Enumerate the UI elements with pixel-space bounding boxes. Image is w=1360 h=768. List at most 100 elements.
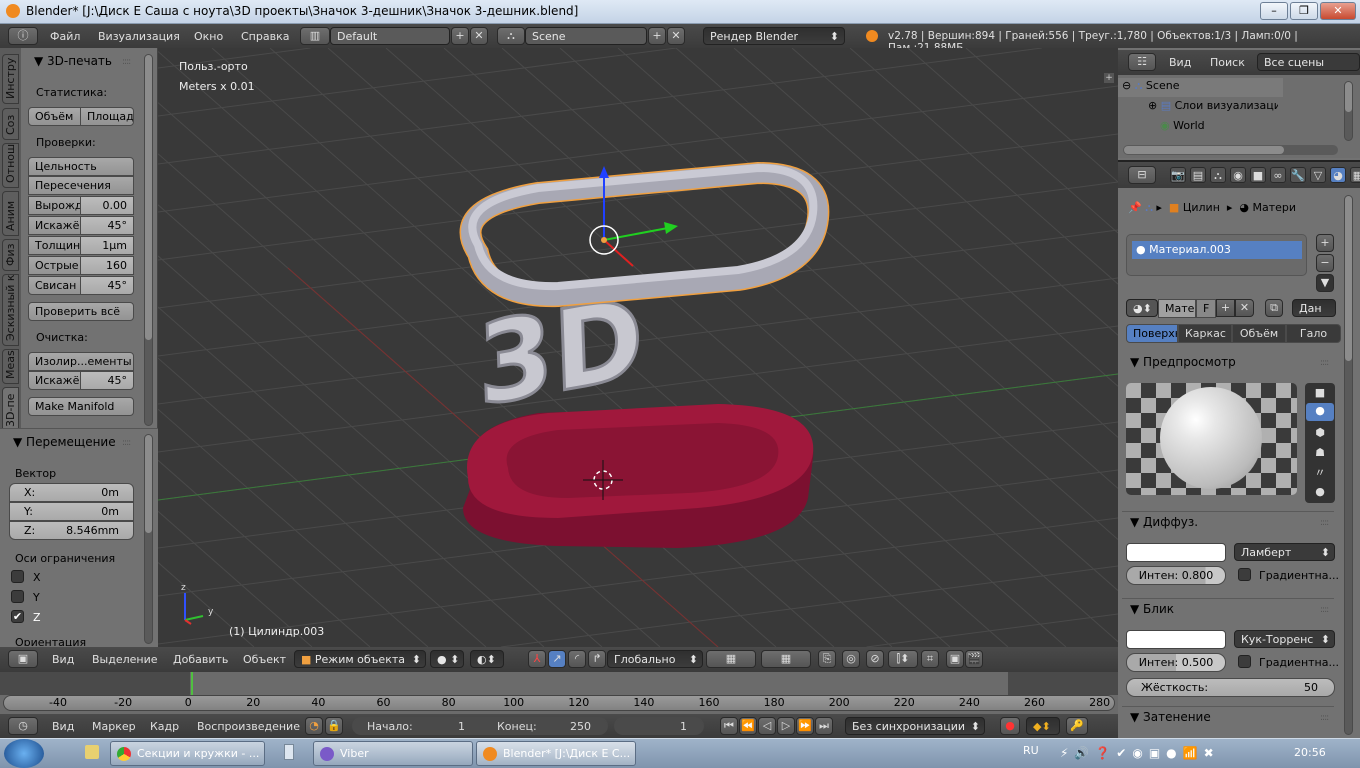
snap-icon[interactable]: ⊘ bbox=[866, 650, 884, 668]
preview-sky-icon[interactable]: ● bbox=[1312, 484, 1328, 500]
scene-add-button[interactable]: + bbox=[648, 27, 666, 45]
play-button[interactable]: ▷ bbox=[777, 717, 795, 735]
current-frame-field[interactable]: 1 bbox=[614, 717, 704, 735]
toolshelf-scrollbar[interactable] bbox=[144, 54, 153, 426]
panel-grip-icon[interactable]: :::: bbox=[1320, 358, 1329, 368]
panel-grip-icon[interactable]: :::: bbox=[1320, 605, 1329, 615]
props-tab-mesh-data-icon[interactable]: ▽ bbox=[1310, 167, 1326, 183]
volume-button[interactable]: Объём bbox=[28, 107, 81, 126]
start-frame-field[interactable]: Начало: 1 bbox=[352, 717, 482, 735]
tray-icons[interactable]: ⚡🔊❓✔◉▣●📶✖ bbox=[1060, 746, 1220, 760]
material-type-tab[interactable]: Каркас bbox=[1178, 324, 1232, 343]
viewport-3d[interactable]: 3D yz Польз.-орто Meters x 0.01 (1) Цили… bbox=[158, 48, 1118, 647]
preview-cube-icon[interactable]: ⬢ bbox=[1312, 425, 1328, 441]
check-field-value[interactable]: 45° bbox=[80, 276, 134, 295]
proportional-edit-icon[interactable]: ◎ bbox=[842, 650, 860, 668]
specular-shader-select[interactable]: Кук-Торренс ⬍ bbox=[1234, 630, 1335, 648]
panel-grip-icon[interactable]: :::: bbox=[1320, 713, 1329, 723]
panel-grip-icon[interactable]: :::: bbox=[122, 57, 131, 67]
menu-add[interactable]: Добавить bbox=[173, 653, 228, 666]
props-tab-constraints-icon[interactable]: ∞ bbox=[1270, 167, 1286, 183]
menu-view[interactable]: Вид bbox=[52, 653, 74, 666]
clock[interactable]: 20:56 bbox=[1294, 746, 1326, 759]
orientation-select[interactable]: Глобально ⬍ bbox=[607, 650, 703, 668]
check-solid-button[interactable]: Цельность bbox=[28, 157, 134, 176]
specular-panel-title[interactable]: ▼ Блик bbox=[1130, 602, 1174, 616]
outliner-item-scene[interactable]: ⊖ ⛬ Scene bbox=[1122, 79, 1179, 93]
editor-type-info-icon[interactable]: ⓘ bbox=[8, 27, 38, 45]
start-button[interactable] bbox=[4, 739, 44, 768]
shading-select[interactable]: ● ⬍ bbox=[430, 650, 464, 668]
area-button[interactable]: Площад bbox=[80, 107, 134, 126]
jump-start-button[interactable]: ⏮ bbox=[720, 717, 738, 735]
play-reverse-button[interactable]: ◁ bbox=[758, 717, 776, 735]
jump-keyframe-forward-button[interactable]: ⏩ bbox=[796, 717, 814, 735]
end-frame-field[interactable]: Конец: 250 bbox=[482, 717, 608, 735]
operator-scrollbar[interactable] bbox=[144, 434, 153, 644]
taskbar-blender[interactable]: Blender* [J:\Диск E С... bbox=[476, 741, 636, 766]
jump-keyframe-back-button[interactable]: ⏪ bbox=[739, 717, 757, 735]
layout-icon[interactable]: ▥ bbox=[300, 27, 330, 45]
isolated-button[interactable]: Изолир...ементы bbox=[28, 352, 134, 371]
current-frame-marker[interactable] bbox=[191, 672, 193, 695]
properties-scrollbar[interactable] bbox=[1344, 195, 1353, 735]
panel-grip-icon[interactable]: :::: bbox=[1320, 518, 1329, 528]
tab-tools[interactable]: Инстру bbox=[2, 54, 19, 104]
tab-physics[interactable]: Физ bbox=[2, 239, 19, 271]
editor-type-3d-icon[interactable]: ▣ bbox=[8, 650, 38, 668]
tab-measure[interactable]: Meas bbox=[2, 349, 19, 384]
tab-create[interactable]: Соз bbox=[2, 108, 19, 140]
record-button[interactable]: ● bbox=[1000, 717, 1020, 735]
menu-search[interactable]: Поиск bbox=[1210, 56, 1245, 69]
tab-3d-print[interactable]: 3D-пе bbox=[2, 387, 19, 432]
menu-file[interactable]: Файл bbox=[50, 30, 80, 43]
outliner-vscrollbar[interactable] bbox=[1344, 81, 1353, 141]
diffuse-intensity-slider[interactable]: Интен: 0.800 bbox=[1126, 566, 1226, 585]
editor-type-outliner-icon[interactable]: ☷ bbox=[1128, 53, 1156, 71]
props-tab-scene-icon[interactable]: ⛬ bbox=[1210, 167, 1226, 183]
close-button[interactable]: ✕ bbox=[1320, 2, 1356, 20]
material-type-tab[interactable]: Гало bbox=[1286, 324, 1341, 343]
layout-select[interactable]: Default bbox=[330, 27, 450, 45]
props-tab-render-icon[interactable]: 📷 bbox=[1170, 167, 1186, 183]
language-indicator[interactable]: RU bbox=[1023, 744, 1039, 757]
add-region-icon[interactable]: + bbox=[1104, 73, 1114, 83]
specular-color-swatch[interactable] bbox=[1126, 630, 1226, 649]
tab-relations[interactable]: Отнош bbox=[2, 143, 19, 188]
manipulator-toggle[interactable]: ⅄ bbox=[528, 650, 546, 668]
panel-grip-icon[interactable]: :::: bbox=[122, 438, 131, 448]
pivot-select[interactable]: ◐⬍ bbox=[470, 650, 504, 668]
scene-delete-button[interactable]: ✕ bbox=[667, 27, 685, 45]
hardness-field[interactable]: Жёсткость: 50 bbox=[1126, 678, 1335, 697]
menu-playback[interactable]: Воспроизведение bbox=[197, 720, 300, 733]
specular-intensity-slider[interactable]: Интен: 0.500 bbox=[1126, 653, 1226, 672]
render-engine-select[interactable]: Рендер Blender ⬍ bbox=[703, 27, 845, 45]
props-tab-texture-icon[interactable]: ▦ bbox=[1350, 167, 1360, 183]
timeline-ruler[interactable] bbox=[3, 695, 1115, 711]
link-data-select[interactable]: Дан bbox=[1292, 299, 1336, 317]
calculator-icon[interactable] bbox=[284, 744, 294, 760]
menu-view[interactable]: Вид bbox=[52, 720, 74, 733]
explorer-icon[interactable] bbox=[85, 745, 99, 759]
vector-x-field[interactable]: X: 0m bbox=[9, 483, 134, 502]
material-browse-button[interactable]: ◕⬍ bbox=[1126, 299, 1158, 317]
panel-3d-print-title[interactable]: ▼ 3D-печать bbox=[34, 54, 112, 68]
diffuse-ramp-checkbox[interactable] bbox=[1238, 568, 1251, 581]
layout-delete-button[interactable]: ✕ bbox=[470, 27, 488, 45]
vector-z-field[interactable]: Z: 8.546mm bbox=[9, 521, 134, 540]
constraint-z-checkbox[interactable]: ✔ bbox=[11, 610, 24, 623]
preview-hair-icon[interactable]: 〃 bbox=[1312, 465, 1328, 481]
rotate-manipulator-button[interactable]: ◜ bbox=[568, 650, 586, 668]
menu-marker[interactable]: Маркер bbox=[92, 720, 136, 733]
menu-frame[interactable]: Кадр bbox=[150, 720, 179, 733]
layout-add-button[interactable]: + bbox=[451, 27, 469, 45]
menu-object[interactable]: Объект bbox=[243, 653, 286, 666]
editor-type-properties-icon[interactable]: ⊟ bbox=[1128, 166, 1156, 184]
outliner-item-world[interactable]: ◉ World bbox=[1160, 119, 1205, 132]
menu-view[interactable]: Вид bbox=[1169, 56, 1191, 69]
material-name-field[interactable]: Мате bbox=[1158, 299, 1196, 318]
menu-help[interactable]: Справка bbox=[241, 30, 289, 43]
tab-grease-pencil[interactable]: Эскизный к bbox=[2, 274, 19, 346]
lock-layers-icon[interactable]: ⎘ bbox=[818, 650, 836, 668]
slot-menu-button[interactable]: ▼ bbox=[1316, 274, 1334, 292]
